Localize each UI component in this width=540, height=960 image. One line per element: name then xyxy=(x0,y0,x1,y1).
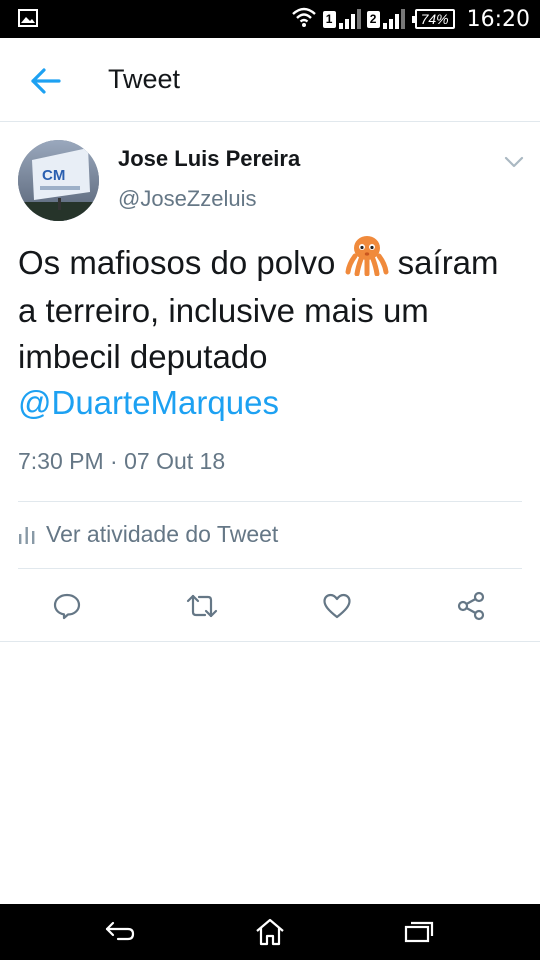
sim1-label: 1 xyxy=(322,10,336,28)
author-handle[interactable]: @JoseZzeluis xyxy=(118,186,257,212)
author-name[interactable]: Jose Luis Pereira xyxy=(118,146,300,172)
tweet-actions xyxy=(0,584,540,626)
reply-button[interactable] xyxy=(47,588,87,624)
status-bar: 1 2 74% 16:20 xyxy=(0,0,540,38)
page-title: Tweet xyxy=(108,64,181,94)
retweet-icon xyxy=(186,594,218,618)
home-nav-icon xyxy=(256,918,284,946)
chevron-down-icon xyxy=(504,156,524,168)
sim2-label: 2 xyxy=(366,10,380,28)
retweet-button[interactable] xyxy=(182,588,222,624)
nav-recents-button[interactable] xyxy=(398,916,438,948)
sim1-signal: 1 xyxy=(322,9,361,29)
navigation-bar xyxy=(0,904,540,960)
divider xyxy=(18,568,522,569)
image-notification-icon xyxy=(18,9,38,32)
reply-icon xyxy=(53,593,81,620)
like-button[interactable] xyxy=(317,588,357,624)
mention-link[interactable]: @DuarteMarques xyxy=(18,384,279,421)
back-nav-icon xyxy=(105,921,135,941)
wifi-icon xyxy=(291,6,317,33)
divider xyxy=(0,641,540,642)
back-button[interactable] xyxy=(26,63,66,99)
bar-chart-icon xyxy=(19,527,35,544)
divider xyxy=(18,501,522,502)
octopus-emoji xyxy=(345,234,389,288)
signal-icon xyxy=(382,9,405,29)
tweet-menu-button[interactable] xyxy=(502,152,526,172)
activity-label: Ver atividade do Tweet xyxy=(46,520,279,547)
avatar[interactable]: CM xyxy=(18,140,99,221)
share-button[interactable] xyxy=(451,588,491,624)
heart-icon xyxy=(323,593,351,619)
tweet-text-part1: Os mafiosos do polvo xyxy=(18,244,336,281)
svg-text:CM: CM xyxy=(42,167,65,184)
sim2-signal: 2 xyxy=(366,9,405,29)
clock: 16:20 xyxy=(466,6,530,32)
share-icon xyxy=(457,591,485,621)
nav-back-button[interactable] xyxy=(100,916,140,948)
tweet-timestamp: 7:30 PM · 07 Out 18 xyxy=(18,448,226,474)
nav-home-button[interactable] xyxy=(250,916,290,948)
recents-nav-icon xyxy=(404,921,434,943)
tweet-text: Os mafiosos do polvo saíram a terreiro, … xyxy=(18,236,523,426)
battery-indicator: 74% xyxy=(411,9,455,29)
arrow-left-icon xyxy=(31,68,61,94)
signal-icon xyxy=(338,9,361,29)
app-header: Tweet xyxy=(0,38,540,122)
tweet-activity-link[interactable]: Ver atividade do Tweet xyxy=(18,517,278,551)
